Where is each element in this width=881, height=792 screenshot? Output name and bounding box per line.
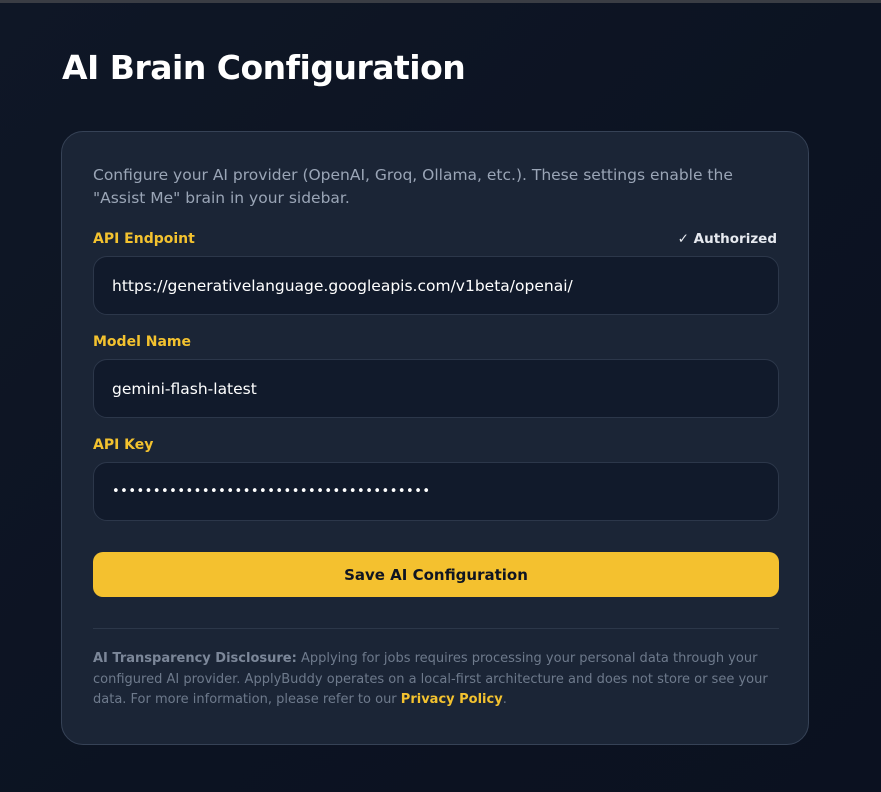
model-input[interactable] <box>93 359 779 418</box>
config-card: Configure your AI provider (OpenAI, Groq… <box>61 131 809 745</box>
page-title: AI Brain Configuration <box>62 48 466 87</box>
endpoint-field-header: API Endpoint ✓ Authorized <box>93 230 777 248</box>
model-label: Model Name <box>93 334 191 350</box>
endpoint-input[interactable] <box>93 256 779 315</box>
transparency-disclosure: AI Transparency Disclosure: Applying for… <box>93 649 779 711</box>
privacy-policy-link[interactable]: Privacy Policy <box>401 692 503 707</box>
intro-text: Configure your AI provider (OpenAI, Groq… <box>93 166 733 207</box>
api-key-field-header: API Key <box>93 436 777 454</box>
api-key-label: API Key <box>93 437 154 453</box>
model-field-header: Model Name <box>93 333 777 351</box>
disclosure-title: AI Transparency Disclosure: <box>93 651 297 666</box>
authorized-status: ✓ Authorized <box>677 231 777 247</box>
api-key-input[interactable] <box>93 462 779 521</box>
endpoint-label: API Endpoint <box>93 231 195 247</box>
disclosure-end: . <box>502 692 507 707</box>
save-ai-config-button[interactable]: Save AI Configuration <box>93 552 779 597</box>
divider <box>93 628 779 629</box>
window-top-border <box>0 0 881 3</box>
